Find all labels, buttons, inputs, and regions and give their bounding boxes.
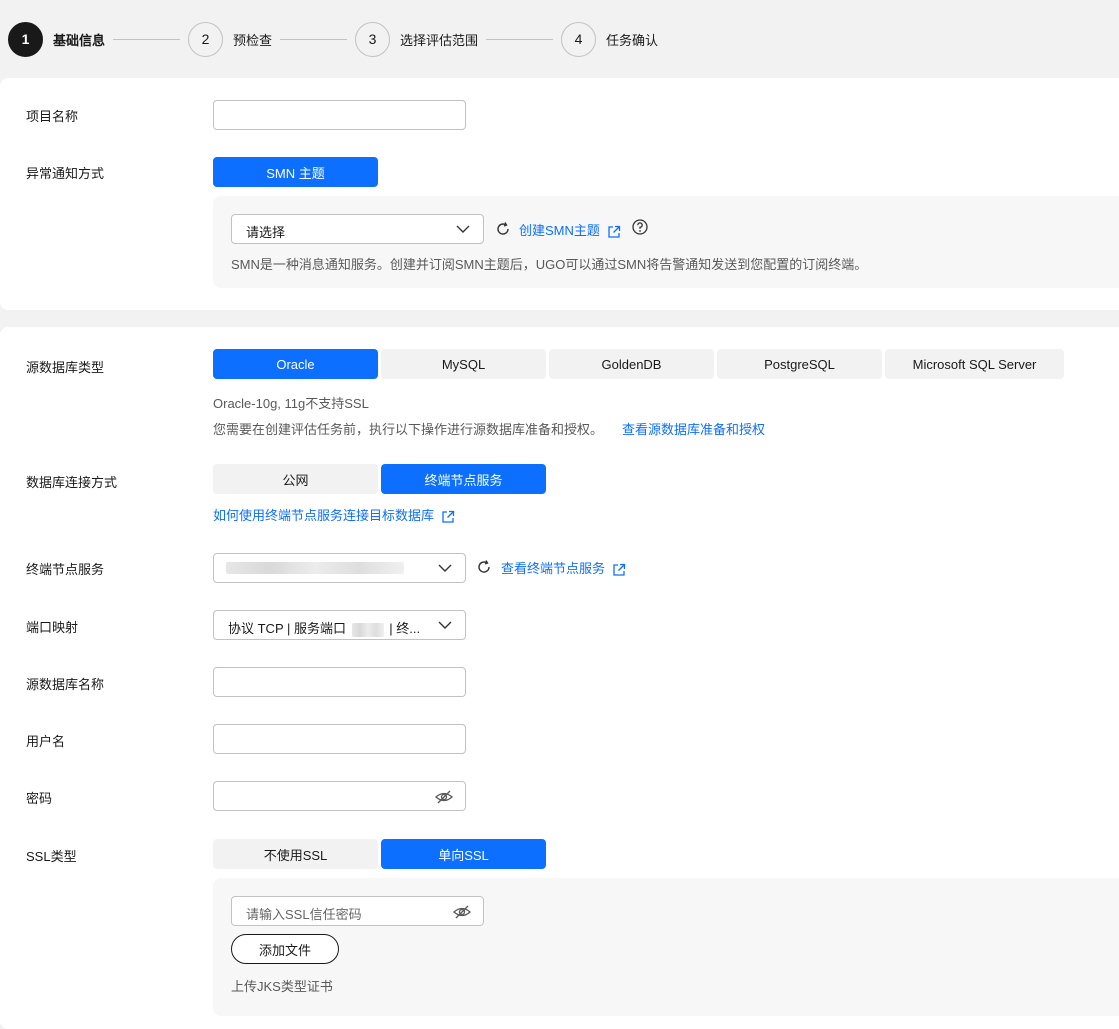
conn-endpoint-service[interactable]: 终端节点服务: [381, 464, 546, 494]
username-label: 用户名: [26, 734, 66, 749]
db-type-label: 源数据库类型: [26, 360, 105, 375]
step-confirm: 4 任务确认: [561, 21, 659, 57]
upload-hint-text: 上传JKS类型证书: [231, 979, 333, 994]
project-name-label: 项目名称: [26, 109, 79, 124]
db-type-goldendb[interactable]: GoldenDB: [549, 349, 714, 379]
username-input[interactable]: [213, 724, 466, 754]
step-connector: [486, 38, 554, 40]
smn-topic-option[interactable]: SMN 主题: [213, 157, 378, 187]
chevron-down-icon: [456, 225, 470, 233]
db-type-postgresql[interactable]: PostgreSQL: [717, 349, 882, 379]
db-type-oracle[interactable]: Oracle: [213, 349, 378, 379]
ssl-settings-panel: 请输入SSL信任密码 添加文件 上传JKS类型证书: [213, 878, 1119, 1016]
port-mapping-value: 协议 TCP | 服务端口 | 终...: [228, 618, 420, 637]
port-mapping-prefix: 协议 TCP | 服务端口: [228, 621, 346, 636]
refresh-icon[interactable]: [496, 222, 510, 236]
stepper: 1 基础信息 2 预检查 3 选择评估范围 4 任务确认: [8, 21, 658, 57]
endpoint-help-link[interactable]: 如何使用终端节点服务连接目标数据库: [213, 505, 455, 524]
db-type-sqlserver[interactable]: Microsoft SQL Server: [885, 349, 1064, 379]
help-icon[interactable]: [632, 219, 648, 235]
port-mapping-label: 端口映射: [26, 620, 79, 635]
ssl-one-way-option[interactable]: 单向SSL: [381, 839, 546, 869]
eye-off-icon[interactable]: [435, 790, 453, 804]
view-endpoint-link[interactable]: 查看终端节点服务: [501, 558, 626, 577]
smn-settings-panel: 请选择 创建SMN主题 SMN是一种消息通知服务。创建并订阅SMN主题后，UGO…: [213, 196, 1119, 288]
basic-info-panel: 项目名称 异常通知方式 SMN 主题 请选择 创建SMN主题 SMN是一种消息通…: [0, 78, 1119, 310]
password-input[interactable]: [213, 781, 466, 811]
step-label: 基础信息: [53, 32, 106, 48]
step-label: 预检查: [233, 32, 273, 48]
step-precheck: 2 预检查: [188, 21, 273, 57]
ssl-none-option[interactable]: 不使用SSL: [213, 839, 378, 869]
refresh-icon[interactable]: [477, 560, 491, 574]
password-label: 密码: [26, 791, 53, 806]
create-smn-topic-link[interactable]: 创建SMN主题: [519, 220, 621, 239]
ssl-type-label: SSL类型: [26, 849, 77, 864]
external-link-icon: [441, 510, 454, 523]
chevron-down-icon: [438, 621, 452, 629]
step-number: 2: [188, 21, 224, 57]
port-mapping-select[interactable]: 协议 TCP | 服务端口 | 终...: [213, 610, 466, 640]
source-db-name-label: 源数据库名称: [26, 677, 105, 692]
view-endpoint-link-text: 查看终端节点服务: [501, 561, 606, 576]
smn-hint-text: SMN是一种消息通知服务。创建并订阅SMN主题后，UGO可以通过SMN将告警通知…: [231, 257, 868, 272]
add-file-button[interactable]: 添加文件: [231, 934, 339, 964]
ssl-type-segmented: 不使用SSL 单向SSL: [213, 839, 546, 869]
external-link-icon: [612, 563, 625, 576]
source-db-panel: 源数据库类型 Oracle MySQL GoldenDB PostgreSQL …: [0, 327, 1119, 1029]
conn-method-label: 数据库连接方式: [26, 475, 118, 490]
step-basic-info: 1 基础信息: [8, 21, 106, 57]
conn-method-segmented: 公网 终端节点服务: [213, 464, 546, 494]
redacted-port: [351, 622, 384, 637]
chevron-down-icon: [438, 564, 452, 572]
db-type-segmented: Oracle MySQL GoldenDB PostgreSQL Microso…: [213, 349, 1064, 379]
step-select-scope: 3 选择评估范围: [355, 21, 479, 57]
db-prepare-link[interactable]: 查看源数据库准备和授权: [622, 419, 765, 438]
external-link-icon: [607, 225, 620, 238]
smn-topic-select[interactable]: 请选择: [231, 214, 484, 244]
port-mapping-suffix: | 终...: [389, 621, 421, 636]
ssl-password-placeholder: 请输入SSL信任密码: [246, 907, 362, 922]
step-label: 选择评估范围: [400, 32, 479, 48]
db-type-mysql[interactable]: MySQL: [381, 349, 546, 379]
step-number: 3: [355, 21, 391, 57]
project-name-input[interactable]: [213, 100, 466, 130]
step-number: 4: [561, 21, 597, 57]
endpoint-service-select[interactable]: [213, 553, 466, 583]
create-smn-topic-link-text: 创建SMN主题: [519, 223, 600, 238]
step-connector: [280, 38, 348, 40]
ssl-password-input[interactable]: 请输入SSL信任密码: [231, 896, 484, 926]
notify-method-label: 异常通知方式: [26, 166, 105, 181]
step-number: 1: [8, 21, 43, 57]
db-type-hint-ssl: Oracle-10g, 11g不支持SSL: [213, 396, 369, 411]
step-label: 任务确认: [606, 32, 659, 48]
source-db-name-input[interactable]: [213, 667, 466, 697]
step-connector: [113, 38, 181, 40]
smn-topic-select-value: 请选择: [246, 225, 286, 240]
redacted-value: [226, 562, 404, 574]
eye-off-icon[interactable]: [453, 905, 471, 919]
endpoint-service-label: 终端节点服务: [26, 562, 105, 577]
conn-public-network[interactable]: 公网: [213, 464, 378, 494]
db-type-hint-prepare: 您需要在创建评估任务前，执行以下操作进行源数据库准备和授权。: [213, 422, 604, 437]
endpoint-help-link-text: 如何使用终端节点服务连接目标数据库: [213, 508, 435, 523]
